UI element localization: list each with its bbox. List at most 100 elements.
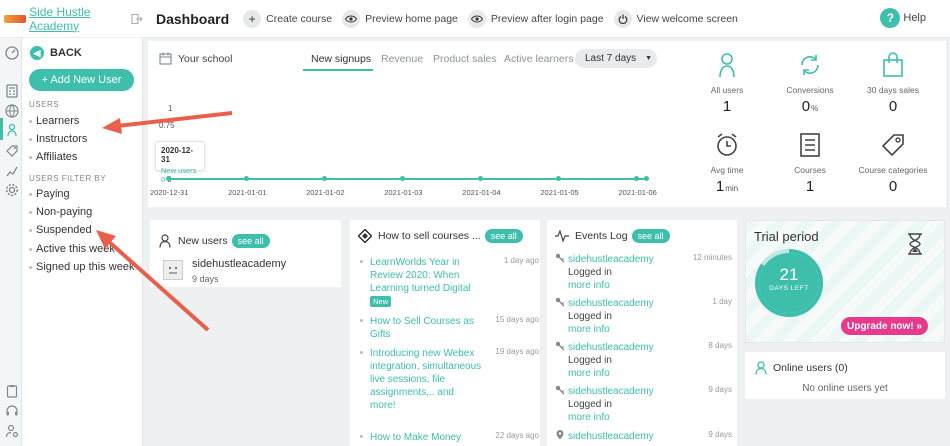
user-icon	[158, 234, 172, 248]
list-item[interactable]: sidehustleacademy Logged in more info 12…	[555, 253, 735, 292]
user-icon	[755, 361, 767, 375]
events-log-card: Events Log see all sidehustleacademy Log…	[547, 220, 737, 446]
tab-revenue[interactable]: Revenue	[381, 53, 423, 65]
tab-active-learners[interactable]: Active learners	[504, 53, 573, 65]
x-tick-label: 2021-01-04	[462, 188, 501, 197]
list-item[interactable]: How to Sell Courses as Gifts 15 days ago	[360, 315, 540, 341]
post-title-link[interactable]: LearnWorlds Year in Review 2020: When Le…	[370, 256, 482, 295]
key-icon	[555, 297, 565, 307]
more-info-link[interactable]: more info	[568, 367, 735, 380]
sidebar-filter-signed-up-this-week[interactable]: Signed up this week	[29, 261, 134, 273]
active-tab-underline	[303, 69, 373, 71]
list-item[interactable]: How to Make Money 22 days ago	[360, 431, 540, 444]
tag-icon[interactable]	[5, 144, 19, 158]
create-course-button[interactable]: + Create course	[243, 9, 332, 28]
stat-all-users[interactable]: All users 1	[687, 51, 767, 115]
tab-product-sales[interactable]: Product sales	[433, 53, 497, 65]
post-title-link[interactable]: How to Sell Courses as Gifts	[370, 315, 482, 341]
list-item[interactable]: Introducing new Webex integration, simul…	[360, 347, 540, 412]
date-range-dropdown[interactable]: Last 7 days ▼	[575, 49, 657, 68]
tab-new-signups[interactable]: New signups	[311, 53, 371, 65]
school-selector[interactable]: Your school	[159, 52, 232, 65]
y-tick-label: 0.75	[159, 121, 175, 130]
key-icon	[555, 253, 565, 263]
data-point[interactable]	[400, 176, 406, 181]
location-pin-icon	[555, 430, 565, 440]
sidebar-filter-non-paying[interactable]: Non-paying	[29, 206, 92, 218]
x-tick-label: 2020-12-31	[150, 188, 189, 197]
list-item[interactable]: sidehustleacademy Logged in more info 8 …	[555, 341, 735, 380]
trial-title: Trial period	[754, 229, 819, 244]
more-info-link[interactable]: more info	[568, 323, 735, 336]
more-info-link[interactable]: more info	[568, 411, 735, 424]
sidebar-filter-active-this-week[interactable]: Active this week	[29, 243, 115, 255]
post-title-link[interactable]: Introducing new Webex integration, simul…	[370, 347, 482, 412]
alarm-clock-icon	[713, 131, 741, 159]
x-tick-label: 2021-01-01	[228, 188, 267, 197]
clipboard-icon[interactable]	[5, 384, 19, 398]
post-title-link[interactable]: How to Make Money	[370, 431, 482, 444]
add-new-user-button[interactable]: + Add New User	[29, 69, 134, 91]
stat-30-days-sales[interactable]: 30 days sales 0	[853, 51, 933, 115]
eye-icon	[467, 9, 486, 28]
data-point[interactable]	[244, 176, 250, 181]
sidebar: ◀ BACK + Add New User USERS Learners Ins…	[22, 0, 143, 446]
stat-courses[interactable]: Courses 1	[770, 131, 850, 195]
preview-home-page-button[interactable]: Preview home page	[342, 9, 458, 28]
help-button[interactable]: ? Help	[880, 8, 926, 28]
card-title: How to sell courses ...	[378, 230, 481, 242]
logout-icon[interactable]	[131, 13, 143, 25]
globe-icon[interactable]	[5, 104, 19, 118]
caret-down-icon: ▼	[645, 55, 653, 62]
school-name-link[interactable]: Side Hustle Academy	[29, 5, 126, 33]
online-users-message: No online users yet	[802, 383, 888, 394]
preview-after-login-button[interactable]: Preview after login page	[467, 9, 604, 28]
stat-avg-time[interactable]: Avg time 1min	[687, 131, 767, 195]
data-point[interactable]	[556, 176, 562, 181]
user-joined-time: 9 days	[192, 274, 219, 284]
view-welcome-screen-button[interactable]: View welcome screen	[613, 9, 738, 28]
data-point[interactable]	[322, 176, 328, 181]
calendar-icon	[159, 52, 172, 65]
list-item[interactable]: LearnWorlds Year in Review 2020: When Le…	[360, 256, 540, 307]
stat-course-categories[interactable]: Course categories 0	[853, 131, 933, 195]
sidebar-filter-suspended[interactable]: Suspended	[29, 224, 92, 236]
sidebar-item-instructors[interactable]: Instructors	[29, 133, 87, 145]
list-item[interactable]: sidehustleacademy 9 days	[555, 430, 735, 443]
data-point[interactable]	[478, 176, 484, 181]
data-point[interactable]	[634, 176, 640, 181]
account-settings-icon[interactable]	[5, 424, 19, 438]
trial-period-card: Trial period 21 DAYS LEFT Upgrade now! »	[745, 220, 945, 343]
online-users-card: Online users (0) No online users yet	[745, 352, 945, 399]
upgrade-now-button[interactable]: Upgrade now! »	[841, 317, 928, 335]
event-text: Logged in	[568, 355, 612, 366]
events-see-all-button[interactable]: see all	[631, 229, 670, 243]
tooltip-value: New users 0	[161, 166, 197, 184]
sidebar-item-affiliates[interactable]: Affiliates	[29, 151, 77, 163]
plus-icon: +	[243, 9, 262, 28]
users-icon[interactable]	[5, 123, 19, 137]
filter-section-heading: USERS FILTER BY	[29, 174, 107, 183]
list-item[interactable]: sidehustleacademy 9 days	[163, 258, 286, 284]
stat-conversions[interactable]: Conversions 0%	[770, 51, 850, 115]
card-title: Events Log	[575, 230, 628, 242]
new-users-see-all-button[interactable]: see all	[231, 234, 270, 248]
list-item[interactable]: sidehustleacademy Logged in more info 1 …	[555, 297, 735, 336]
diamond-logo-icon	[358, 229, 372, 243]
calculator-icon[interactable]	[5, 84, 19, 98]
analytics-icon[interactable]	[5, 164, 19, 178]
sidebar-filter-paying[interactable]: Paying	[29, 188, 70, 200]
support-icon[interactable]	[5, 404, 19, 418]
user-icon	[713, 51, 741, 79]
speedometer-icon[interactable]	[5, 46, 19, 60]
back-button[interactable]: ◀ BACK	[30, 46, 82, 60]
gear-icon[interactable]	[5, 183, 19, 197]
list-item[interactable]: sidehustleacademy Logged in more info 9 …	[555, 385, 735, 424]
more-info-link[interactable]: more info	[568, 279, 735, 292]
eye-icon	[342, 9, 361, 28]
sidebar-item-learners[interactable]: Learners	[29, 115, 79, 127]
data-point[interactable]	[644, 176, 649, 181]
event-text: Logged in	[568, 399, 612, 410]
sell-courses-see-all-button[interactable]: see all	[484, 229, 523, 243]
days-left-label: DAYS LEFT	[769, 285, 809, 292]
